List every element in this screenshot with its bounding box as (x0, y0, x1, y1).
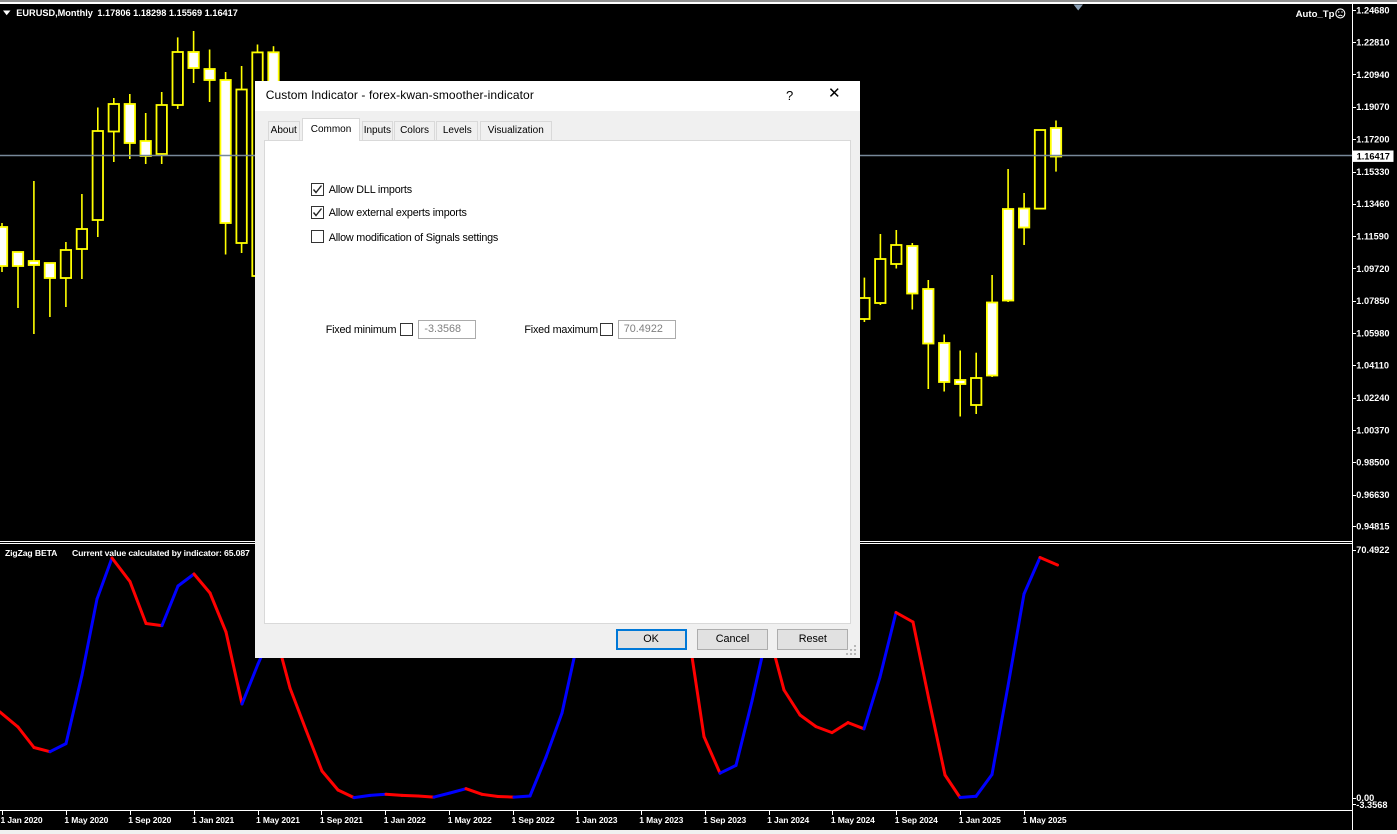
svg-text:0.94815: 0.94815 (1356, 522, 1389, 532)
svg-text:1 Jan 2022: 1 Jan 2022 (384, 815, 426, 825)
svg-text:1.19070: 1.19070 (1356, 102, 1389, 112)
svg-text:1.07850: 1.07850 (1356, 296, 1389, 306)
svg-text:ZigZag BETA: ZigZag BETA (5, 548, 57, 558)
svg-text:Auto_Tp: Auto_Tp (1296, 9, 1335, 20)
svg-text:1.17200: 1.17200 (1356, 135, 1389, 145)
svg-text:1.15330: 1.15330 (1356, 167, 1389, 177)
svg-text:1.00370: 1.00370 (1356, 425, 1389, 435)
svg-text:1 Jan 2021: 1 Jan 2021 (192, 815, 234, 825)
svg-text:1.22810: 1.22810 (1356, 38, 1389, 48)
svg-text:70.4922: 70.4922 (1356, 545, 1389, 555)
svg-text:1.24680: 1.24680 (1356, 5, 1389, 15)
svg-text:1 May 2021: 1 May 2021 (256, 815, 300, 825)
svg-text:1.16417: 1.16417 (1357, 152, 1390, 162)
svg-text:1.02240: 1.02240 (1356, 393, 1389, 403)
svg-text:1.05980: 1.05980 (1356, 328, 1389, 338)
svg-text:1.20940: 1.20940 (1356, 70, 1389, 80)
svg-text:1 Sep 2024: 1 Sep 2024 (895, 815, 938, 825)
svg-text:1 May 2023: 1 May 2023 (639, 815, 683, 825)
svg-text:1 May 2020: 1 May 2020 (64, 815, 108, 825)
svg-text:1 Jan 2020: 1 Jan 2020 (1, 815, 43, 825)
svg-text:1 Sep 2022: 1 Sep 2022 (512, 815, 555, 825)
svg-text:1.13460: 1.13460 (1356, 199, 1389, 209)
svg-text:1.04110: 1.04110 (1356, 361, 1389, 371)
svg-text:1 May 2022: 1 May 2022 (448, 815, 492, 825)
svg-text:1.09720: 1.09720 (1356, 264, 1389, 274)
svg-text:0.98500: 0.98500 (1356, 458, 1389, 468)
svg-text:1 Jan 2025: 1 Jan 2025 (959, 815, 1001, 825)
svg-text:-3.3568: -3.3568 (1356, 800, 1387, 810)
svg-text:1.17806 1.18298 1.15569 1.1641: 1.17806 1.18298 1.15569 1.16417 (97, 8, 238, 18)
svg-text:1 Jan 2023: 1 Jan 2023 (575, 815, 617, 825)
svg-text:1.11590: 1.11590 (1356, 232, 1389, 242)
svg-text:1 Sep 2021: 1 Sep 2021 (320, 815, 363, 825)
svg-text:1 Jan 2024: 1 Jan 2024 (767, 815, 809, 825)
svg-text:EURUSD,Monthly: EURUSD,Monthly (16, 8, 93, 18)
svg-text:Current value calculated by in: Current value calculated by indicator: 6… (72, 548, 250, 558)
svg-text:1 Sep 2020: 1 Sep 2020 (128, 815, 171, 825)
svg-text:1 May 2025: 1 May 2025 (1023, 815, 1067, 825)
svg-text:1 Sep 2023: 1 Sep 2023 (703, 815, 746, 825)
svg-text:0.96630: 0.96630 (1356, 490, 1389, 500)
svg-text:1 May 2024: 1 May 2024 (831, 815, 875, 825)
